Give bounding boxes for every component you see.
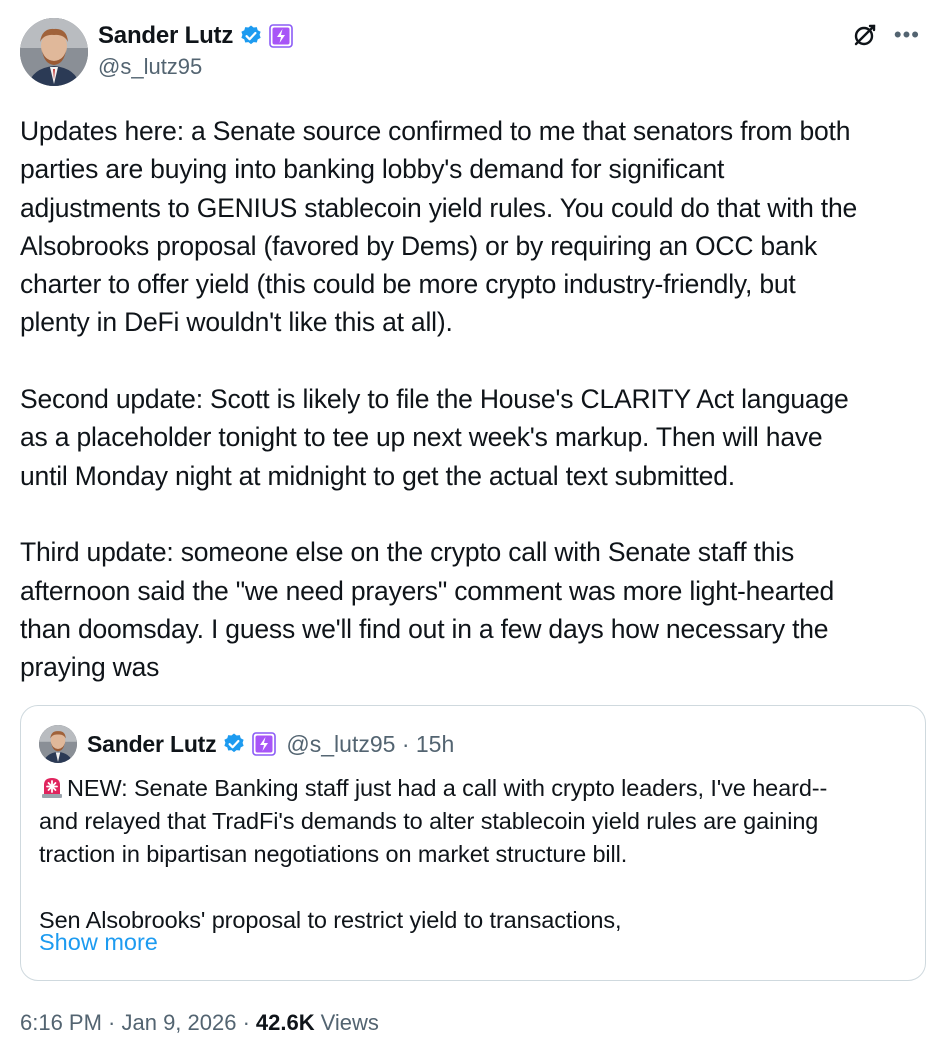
grok-icon[interactable] bbox=[852, 22, 878, 48]
tweet-header: Sander Lutz @s_lutz95 ••• bbox=[20, 18, 920, 88]
views-label: Views bbox=[320, 1010, 379, 1035]
author-handle[interactable]: @s_lutz95 bbox=[98, 54, 293, 80]
quote-affiliate-badge-icon bbox=[252, 732, 277, 756]
quoted-tweet[interactable]: Sander Lutz @s_lutz95 · 15h NEW: Senate … bbox=[20, 705, 926, 981]
quote-handle-time: @s_lutz95 · 15h bbox=[286, 730, 455, 757]
quote-verified-badge-icon bbox=[222, 732, 246, 756]
verified-badge-icon[interactable] bbox=[239, 24, 263, 48]
show-more-link[interactable]: Show more bbox=[39, 929, 158, 956]
affiliate-badge-icon[interactable] bbox=[269, 24, 293, 48]
timestamp[interactable]: 6:16 PM · Jan 9, 2026 · bbox=[20, 1010, 250, 1036]
author-display-name[interactable]: Sander Lutz bbox=[98, 22, 233, 50]
quote-author-name: Sander Lutz bbox=[87, 730, 217, 757]
tweet-footer: 6:16 PM · Jan 9, 2026 · 42.6K Views bbox=[20, 1010, 379, 1036]
views-count: 42.6K bbox=[255, 1010, 315, 1035]
tweet-text: Updates here: a Senate source confirmed … bbox=[20, 116, 858, 683]
siren-emoji-icon bbox=[39, 773, 65, 799]
avatar[interactable] bbox=[20, 18, 88, 86]
quote-avatar bbox=[39, 725, 77, 763]
quote-body: NEW: Senate Banking staff just had a cal… bbox=[39, 775, 828, 933]
more-options-icon[interactable]: ••• bbox=[894, 24, 920, 46]
quote-text: NEW: Senate Banking staff just had a cal… bbox=[39, 772, 909, 937]
